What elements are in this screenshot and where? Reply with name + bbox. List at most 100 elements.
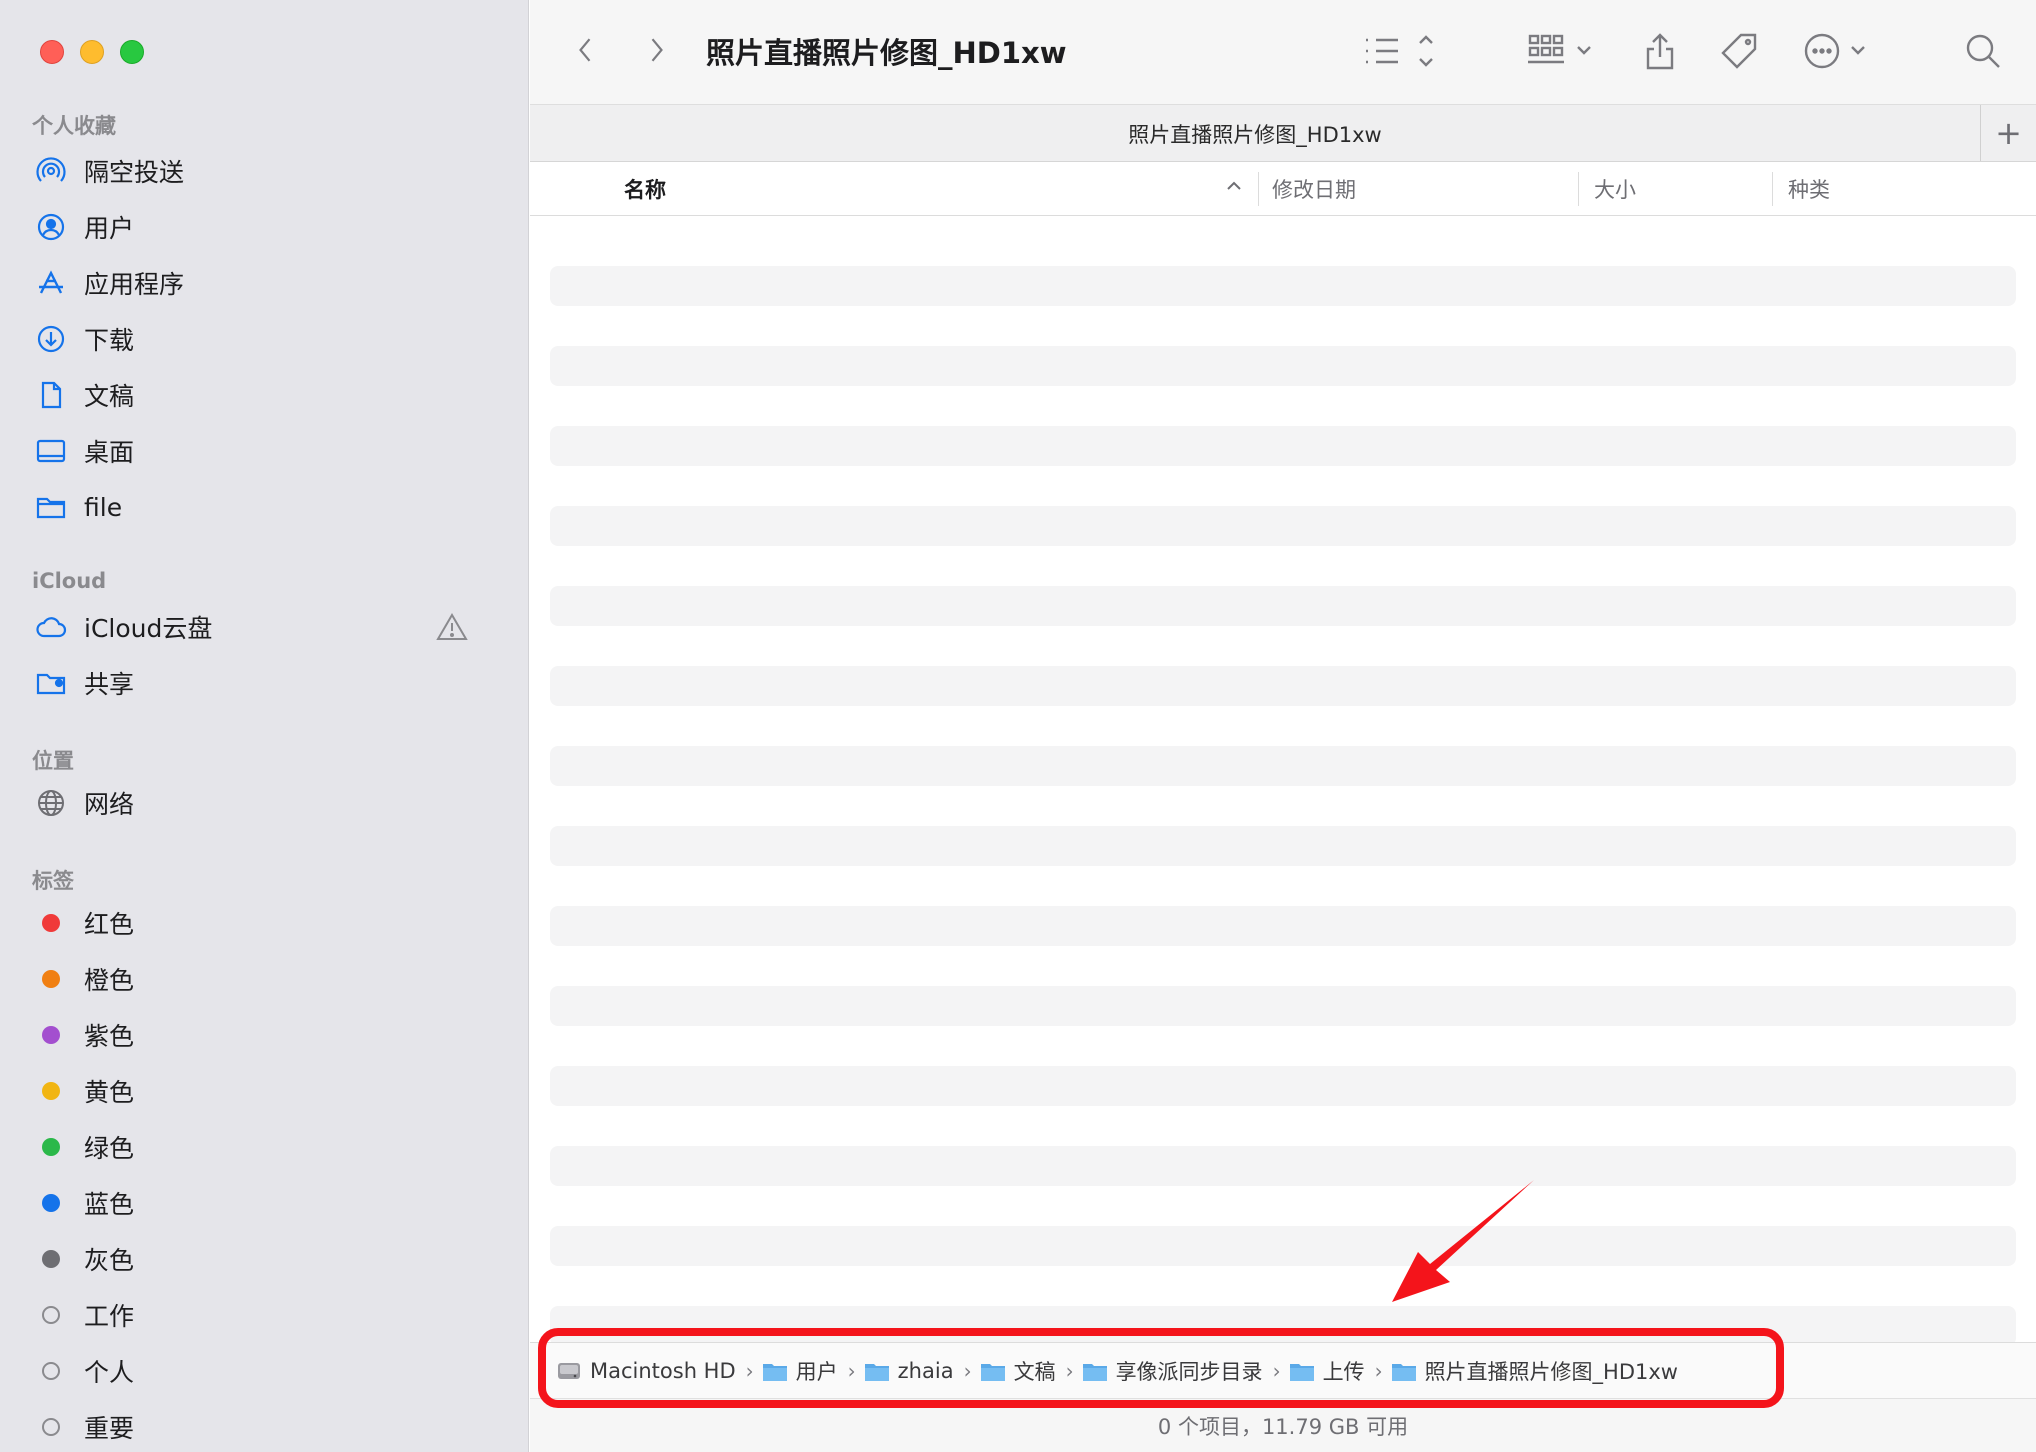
tag-ring-icon <box>32 1408 70 1446</box>
column-separator[interactable] <box>1772 172 1773 206</box>
sidebar-item-label: 桌面 <box>84 438 135 467</box>
empty-row <box>550 506 2016 546</box>
document-icon <box>32 376 70 414</box>
new-tab-button[interactable]: + <box>1980 105 2036 161</box>
empty-row <box>550 986 2016 1026</box>
tag-dot-icon <box>32 1184 70 1222</box>
annotation-arrow-icon <box>1392 1180 1534 1302</box>
close-window-button[interactable] <box>40 40 64 64</box>
annotation-highlight-box <box>538 1328 1784 1408</box>
section-title-locations: 位置 <box>32 749 74 773</box>
sidebar-item-applications[interactable]: 应用程序 <box>32 259 508 307</box>
chevron-right-icon <box>651 38 663 62</box>
sidebar-item-downloads[interactable]: 下载 <box>32 315 508 363</box>
cloud-icon <box>32 608 70 646</box>
tag-dot-icon <box>32 904 70 942</box>
section-title-favorites: 个人收藏 <box>32 114 116 138</box>
empty-row <box>550 586 2016 626</box>
sidebar-item-label: file <box>84 492 123 522</box>
tag-button[interactable] <box>1716 28 1762 74</box>
empty-row <box>550 746 2016 786</box>
sidebar-item-label: 黄色 <box>84 1078 135 1107</box>
group-button[interactable] <box>1526 30 1606 72</box>
globe-icon <box>32 784 70 822</box>
section-title-tags: 标签 <box>32 869 74 893</box>
tag-dot-icon <box>32 960 70 998</box>
sidebar-item-tag[interactable]: 个人 <box>32 1347 508 1395</box>
minimize-window-button[interactable] <box>80 40 104 64</box>
sidebar-item-icloud-drive[interactable]: iCloud云盘 <box>32 603 508 651</box>
sidebar-item-users[interactable]: 用户 <box>32 203 508 251</box>
sidebar-item-tag[interactable]: 绿色 <box>32 1123 508 1171</box>
sidebar-item-label: 隔空投送 <box>84 158 185 187</box>
sidebar-item-airdrop[interactable]: 隔空投送 <box>32 147 508 195</box>
sidebar-item-label: 网络 <box>84 790 135 819</box>
list-view-icon <box>1366 35 1433 67</box>
sidebar-item-label: 灰色 <box>84 1246 135 1275</box>
empty-row <box>550 426 2016 466</box>
sidebar-item-network[interactable]: 网络 <box>32 779 508 827</box>
empty-row <box>550 1226 2016 1266</box>
chevron-left-icon <box>579 38 591 62</box>
sidebar-item-label: 工作 <box>84 1302 135 1331</box>
empty-row <box>550 826 2016 866</box>
search-icon <box>1966 34 2000 68</box>
sidebar-item-label: iCloud云盘 <box>84 614 213 643</box>
sidebar-item-tag[interactable]: 橙色 <box>32 955 508 1003</box>
window-controls <box>40 40 144 64</box>
sidebar-item-label: 红色 <box>84 910 135 939</box>
user-circle-icon <box>32 208 70 246</box>
sidebar-item-tag[interactable]: 工作 <box>32 1291 508 1339</box>
view-mode-button[interactable] <box>1360 30 1440 72</box>
shared-folder-icon <box>32 664 70 702</box>
sidebar-item-shared[interactable]: 共享 <box>32 659 508 707</box>
sidebar-item-label: 绿色 <box>84 1134 135 1163</box>
more-actions-button[interactable] <box>1800 28 1880 74</box>
sidebar-item-tag[interactable]: 紫色 <box>32 1011 508 1059</box>
zoom-window-button[interactable] <box>120 40 144 64</box>
column-separator[interactable] <box>1258 172 1259 206</box>
toolbar: 照片直播照片修图_HD1xw <box>530 0 2036 104</box>
sidebar-item-label: 重要 <box>84 1414 135 1443</box>
empty-row <box>550 266 2016 306</box>
sidebar-item-tag[interactable]: 重要 <box>32 1403 508 1451</box>
sidebar-item-label: 个人 <box>84 1358 135 1387</box>
search-button[interactable] <box>1960 28 2006 74</box>
sidebar-item-label: 紫色 <box>84 1022 135 1051</box>
sidebar-item-tag[interactable]: 红色 <box>32 899 508 947</box>
sidebar-item-label: 橙色 <box>84 966 135 995</box>
sidebar-item-documents[interactable]: 文稿 <box>32 371 508 419</box>
column-kind[interactable]: 种类 <box>1788 174 1830 204</box>
share-button[interactable] <box>1640 28 1680 74</box>
sidebar-item-label: 下载 <box>84 326 135 355</box>
tag-dot-icon <box>32 1240 70 1278</box>
tag-icon <box>1721 33 1757 69</box>
back-button[interactable] <box>570 30 600 70</box>
ellipsis-circle-icon <box>1804 33 1865 69</box>
forward-button[interactable] <box>642 30 672 70</box>
column-name[interactable]: 名称 <box>624 174 666 204</box>
column-header: 名称 修改日期 大小 种类 <box>530 162 2036 216</box>
sidebar-item-label: 蓝色 <box>84 1190 135 1219</box>
grid-icon <box>1528 34 1591 64</box>
folder-icon <box>32 488 70 526</box>
applications-icon <box>32 264 70 302</box>
window-title: 照片直播照片修图_HD1xw <box>706 36 1067 70</box>
column-separator[interactable] <box>1578 172 1579 206</box>
desktop-icon <box>32 432 70 470</box>
sidebar-item-desktop[interactable]: 桌面 <box>32 427 508 475</box>
sidebar-item-tag[interactable]: 蓝色 <box>32 1179 508 1227</box>
tab-current[interactable]: 照片直播照片修图_HD1xw <box>530 119 1980 149</box>
empty-row <box>550 346 2016 386</box>
sidebar-item-file[interactable]: file <box>32 483 508 531</box>
sidebar-item-label: 共享 <box>84 670 135 699</box>
share-icon <box>1646 33 1674 70</box>
tag-ring-icon <box>32 1296 70 1334</box>
sidebar-item-tag[interactable]: 黄色 <box>32 1067 508 1115</box>
column-size[interactable]: 大小 <box>1594 174 1636 204</box>
sidebar-item-tag[interactable]: 灰色 <box>32 1235 508 1283</box>
column-date[interactable]: 修改日期 <box>1272 174 1356 204</box>
sidebar-item-label: 用户 <box>84 214 135 243</box>
warning-icon[interactable] <box>436 611 468 643</box>
empty-row <box>550 1146 2016 1186</box>
